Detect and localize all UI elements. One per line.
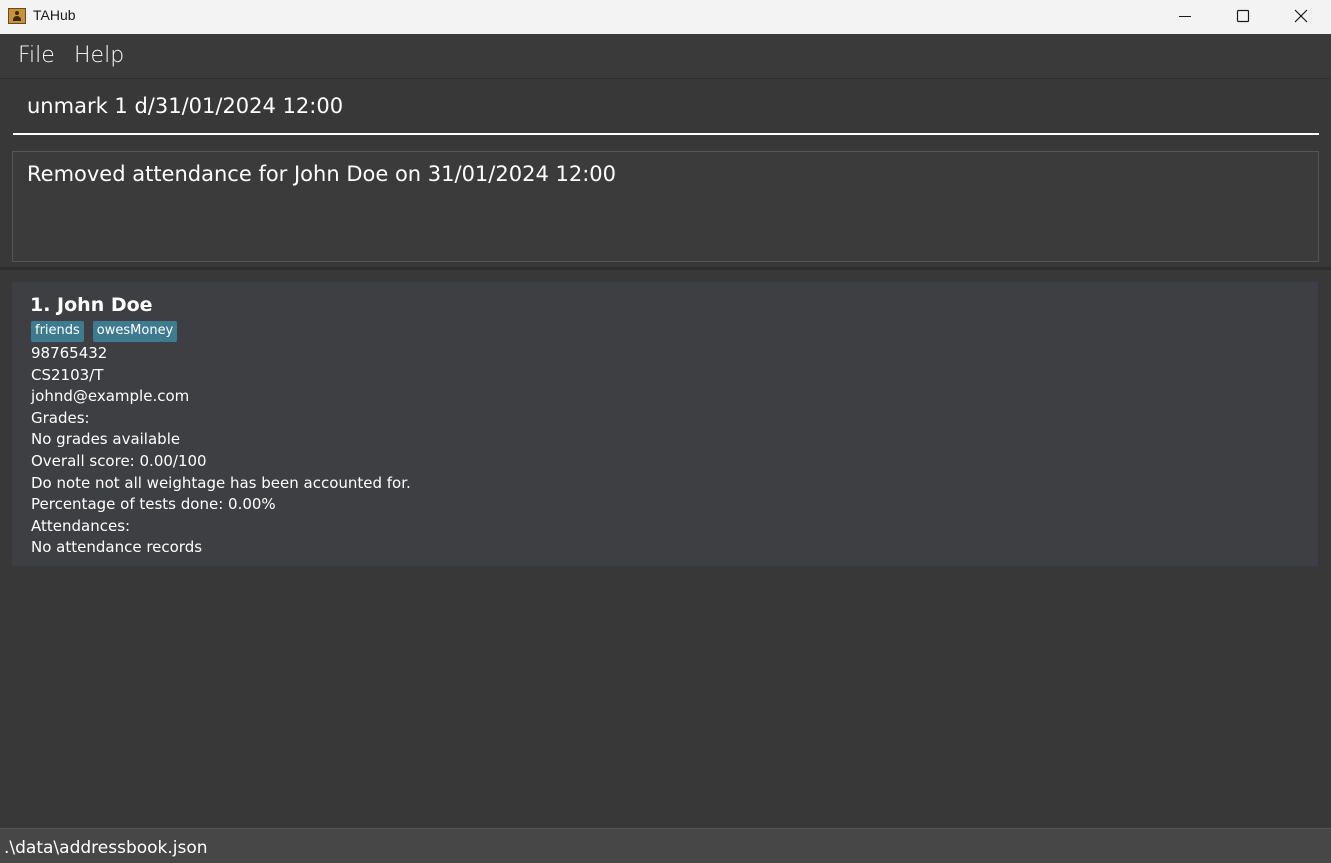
status-bar: .\data\addressbook.json <box>0 828 1331 863</box>
attendance-header: Attendances: <box>31 516 131 535</box>
save-file-path: .\data\addressbook.json <box>4 838 208 858</box>
grades-text: No grades available <box>31 430 181 449</box>
close-button[interactable] <box>1272 0 1330 34</box>
maximize-icon <box>1236 9 1250 23</box>
person-details: 98765432 CS2103/T johnd@example.com Grad… <box>31 343 411 559</box>
attendance-text: No attendance records <box>31 538 203 557</box>
menu-file[interactable]: File <box>18 43 55 68</box>
app-window: TAHub File Help Removed attendance for J… <box>0 0 1331 863</box>
title-bar[interactable]: TAHub <box>0 0 1331 34</box>
person-card[interactable]: 1. John Doe friends owesMoney 98765432 C… <box>12 282 1318 566</box>
person-name: 1. John Doe <box>30 294 153 316</box>
address-book-icon <box>8 8 26 24</box>
result-display[interactable]: Removed attendance for John Doe on 31/01… <box>12 151 1319 262</box>
weightage-note: Do note not all weightage has been accou… <box>31 473 411 492</box>
command-input[interactable] <box>13 79 1319 135</box>
grades-header: Grades: <box>31 408 90 427</box>
overall-score: Overall score: 0.00/100 <box>31 451 207 470</box>
maximize-button[interactable] <box>1214 0 1272 34</box>
window-title: TAHub <box>33 7 76 23</box>
minimize-icon <box>1179 16 1191 17</box>
tag-owesmoney: owesMoney <box>92 321 178 342</box>
menu-help[interactable]: Help <box>74 43 124 68</box>
menu-bar: File Help <box>0 34 1331 79</box>
minimize-button[interactable] <box>1156 0 1214 34</box>
tests-done: Percentage of tests done: 0.00% <box>31 495 276 514</box>
person-list[interactable]: 1. John Doe friends owesMoney 98765432 C… <box>0 270 1331 828</box>
person-phone: 98765432 <box>31 344 108 362</box>
tag-list: friends owesMoney <box>31 321 178 342</box>
command-box <box>0 79 1331 142</box>
person-email: johnd@example.com <box>31 387 190 406</box>
person-course: CS2103/T <box>31 365 104 384</box>
close-icon <box>1294 9 1308 23</box>
tag-friends: friends <box>31 321 84 342</box>
result-message: Removed attendance for John Doe on 31/01… <box>27 162 617 186</box>
